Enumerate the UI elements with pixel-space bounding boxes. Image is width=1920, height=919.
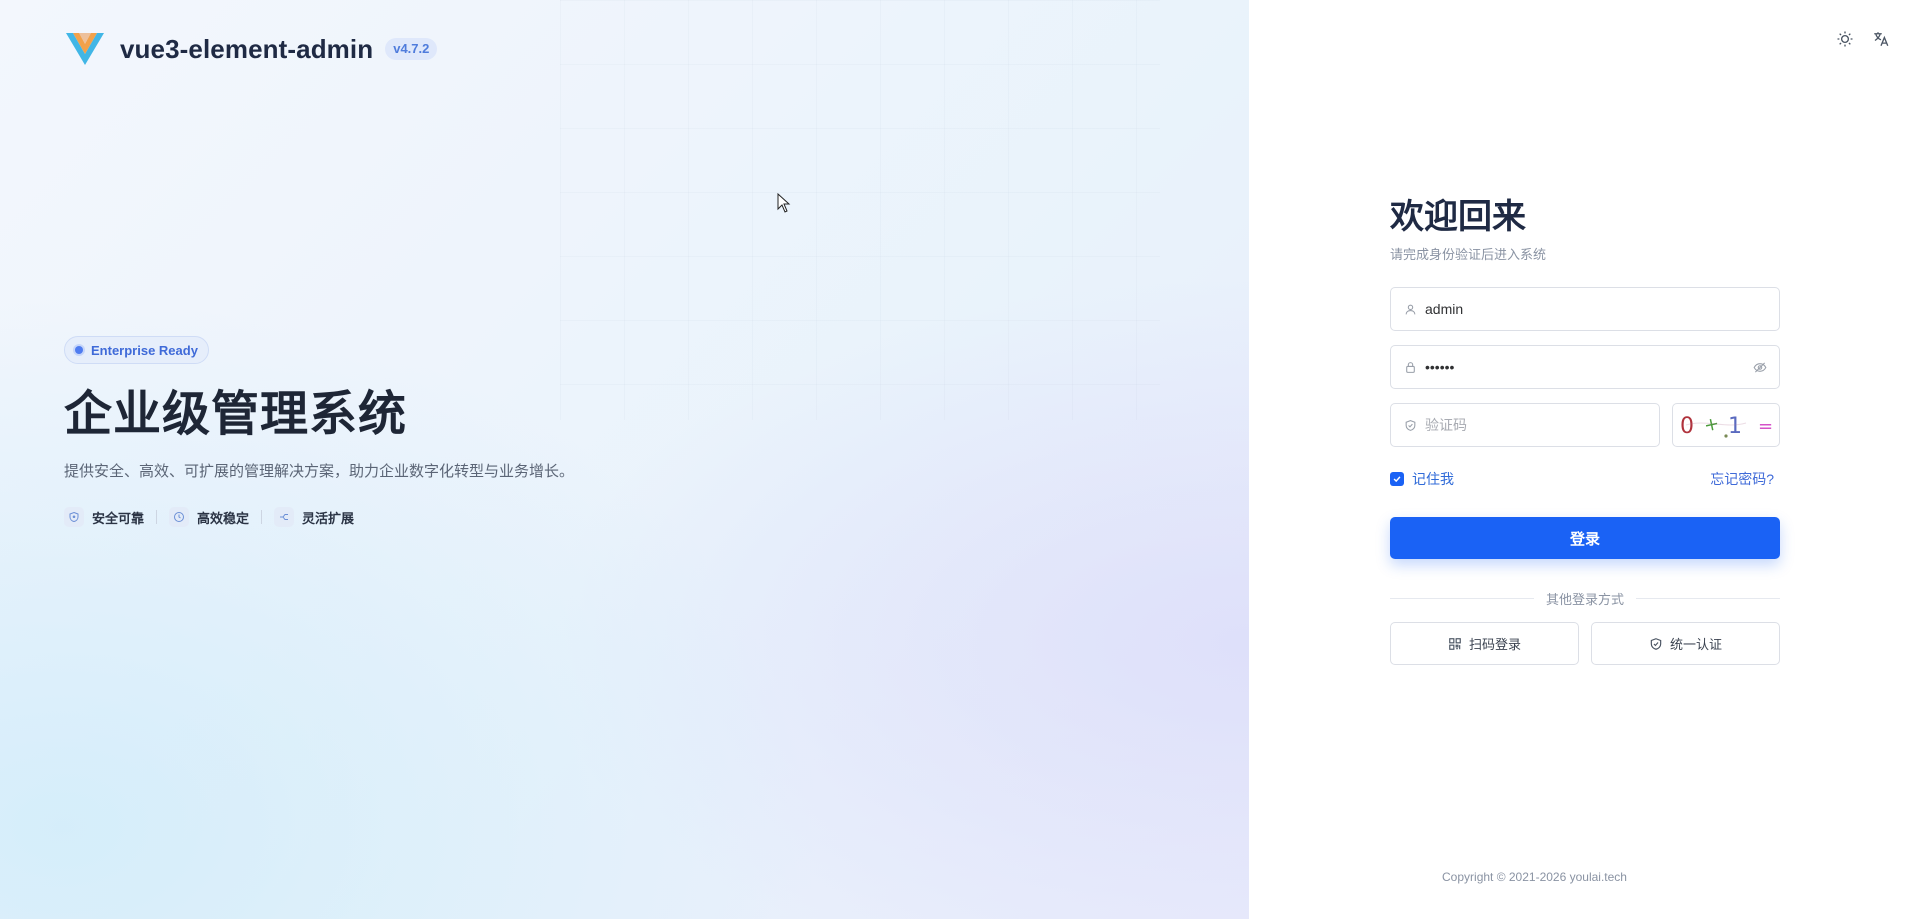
theme-toggle-button[interactable]: [1834, 28, 1856, 50]
feature-secure: 安全可靠: [64, 507, 144, 527]
feature-label: 高效稳定: [197, 510, 250, 526]
translate-icon: [1874, 32, 1889, 47]
top-toolbar: [1834, 28, 1892, 50]
captcha-row: 0 + 1 =: [1390, 403, 1780, 447]
other-login-divider: 其他登录方式: [1390, 589, 1781, 608]
password-input[interactable]: [1425, 346, 1753, 388]
captcha-graphic: 0 + 1 =: [1680, 413, 1773, 439]
checkbox-checked-icon: [1390, 472, 1404, 486]
captcha-field[interactable]: [1390, 403, 1660, 447]
login-form: 欢迎回来 请完成身份验证后进入系统 admin 验证码 0 + 1 = 记住我 …: [1390, 196, 1781, 665]
captcha-image[interactable]: 0 + 1 =: [1672, 403, 1780, 447]
eye-off-icon[interactable]: [1753, 360, 1767, 374]
feature-label: 灵活扩展: [302, 510, 355, 526]
alt-login-label: 扫码登录: [1468, 637, 1521, 652]
feature-divider: [261, 510, 263, 524]
hero-title: 企业级管理系统: [64, 388, 408, 441]
login-button[interactable]: 登录: [1390, 517, 1780, 559]
branch-icon: [274, 507, 295, 527]
captcha-input[interactable]: [1425, 404, 1647, 446]
grid-background: [560, 0, 1160, 420]
qrcode-login-button[interactable]: 扫码登录: [1390, 622, 1579, 665]
hero-panel: vue3-element-admin v4.7.2 Enterprise Rea…: [0, 0, 1249, 919]
login-options: 记住我 忘记密码?: [1390, 469, 1780, 489]
sso-login-button[interactable]: 统一认证: [1591, 622, 1780, 665]
shield-check-icon: [1649, 637, 1663, 651]
brand-name: vue3-element-admin: [120, 33, 374, 64]
tag-label: Enterprise Ready: [91, 342, 198, 358]
forgot-password-link[interactable]: 忘记密码?: [1710, 469, 1774, 489]
password-field[interactable]: [1390, 345, 1780, 389]
feature-efficient: 高效稳定: [169, 507, 249, 527]
hero-description: 提供安全、高效、可扩展的管理解决方案，助力企业数字化转型与业务增长。: [64, 463, 575, 480]
login-panel: 欢迎回来 请完成身份验证后进入系统 admin 验证码 0 + 1 = 记住我 …: [1249, 0, 1920, 919]
shield-check-icon: [1403, 418, 1417, 432]
other-login-label: 其他登录方式: [1546, 592, 1625, 607]
username-field[interactable]: [1390, 287, 1780, 331]
version-badge: v4.7.2: [385, 38, 438, 60]
tag-dot: [75, 346, 83, 354]
vue-v-logo-icon: [66, 33, 104, 65]
svg-text:+: +: [1702, 413, 1721, 437]
alt-login-methods: 扫码登录 统一认证: [1390, 622, 1780, 665]
user-icon: [1403, 302, 1417, 316]
svg-text:1: 1: [1728, 414, 1742, 439]
username-input[interactable]: [1425, 288, 1767, 330]
remember-me-label: 记住我: [1412, 471, 1454, 487]
alt-login-label: 统一认证: [1669, 637, 1722, 652]
sun-icon: [1837, 31, 1853, 47]
copyright-text: Copyright © 2021-2026 youlai.tech: [1442, 870, 1627, 884]
welcome-subtitle: 请完成身份验证后进入系统: [1390, 247, 1547, 262]
qrcode-icon: [1448, 637, 1462, 651]
hero-content: Enterprise Ready 企业级管理系统 提供安全、高效、可扩展的管理解…: [64, 336, 574, 527]
language-switch-button[interactable]: [1870, 28, 1892, 50]
mouse-cursor-icon: [777, 193, 791, 213]
clock-icon: [169, 507, 190, 527]
feature-flexible: 灵活扩展: [274, 507, 354, 527]
welcome-title: 欢迎回来: [1390, 198, 1526, 236]
svg-text:0: 0: [1680, 414, 1694, 439]
feature-divider: [156, 510, 158, 524]
divider-line: [1636, 598, 1781, 599]
shield-icon: [64, 507, 84, 527]
divider-line: [1390, 598, 1534, 599]
brand-header: vue3-element-admin v4.7.2: [64, 30, 438, 68]
lock-icon: [1403, 360, 1417, 374]
svg-text:=: =: [1758, 416, 1773, 437]
remember-me-checkbox[interactable]: 记住我: [1390, 469, 1454, 489]
feature-label: 安全可靠: [92, 510, 145, 526]
feature-list: 安全可靠 高效稳定 灵活扩展: [64, 507, 574, 527]
enterprise-tag: Enterprise Ready: [64, 336, 209, 364]
